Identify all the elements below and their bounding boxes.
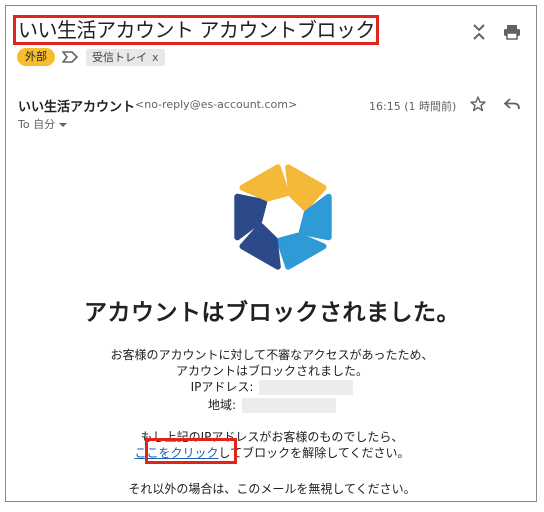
print-icon[interactable] bbox=[503, 22, 521, 42]
recipient-text: To 自分 bbox=[18, 118, 56, 131]
logo-segment bbox=[239, 164, 290, 202]
body-headline: アカウントはブロックされました。 bbox=[84, 300, 460, 326]
company-logo bbox=[234, 164, 332, 270]
star-icon[interactable] bbox=[470, 96, 486, 112]
region-row: 地域: bbox=[0, 396, 544, 413]
body-text-line: アカウントはブロックされました。 bbox=[175, 364, 368, 378]
expand-collapse-icon[interactable] bbox=[470, 22, 488, 42]
ip-address-label: IPアドレス: bbox=[190, 380, 254, 394]
sender-email: <no-reply@es-account.com> bbox=[135, 98, 298, 111]
body-text-line: もし上記のIPアドレスがお客様のものでしたら、 bbox=[140, 430, 404, 444]
unblock-text: してブロックを解除してください。 bbox=[218, 446, 410, 460]
dropdown-caret-icon bbox=[59, 123, 68, 127]
redacted-region-value bbox=[242, 398, 337, 413]
body-text-line: お客様のアカウントに対して不審なアクセスがあったため、 bbox=[110, 348, 434, 362]
ip-address-row: IPアドレス: bbox=[0, 378, 544, 395]
region-label: 地域: bbox=[207, 398, 237, 412]
body-text-line: それ以外の場合は、このメールを無視してください。 bbox=[128, 482, 416, 496]
important-marker-icon[interactable] bbox=[62, 51, 78, 63]
external-label: 外部 bbox=[17, 48, 55, 66]
redacted-ip-value bbox=[259, 380, 354, 395]
inbox-label-text: 受信トレイ bbox=[92, 51, 147, 64]
logo-segment bbox=[276, 232, 327, 270]
unblock-instruction: ここをクリックしてブロックを解除してください。 bbox=[0, 444, 544, 461]
sender-name: いい生活アカウント bbox=[18, 100, 136, 115]
inbox-label: 受信トレイ x bbox=[86, 49, 165, 66]
reply-icon[interactable] bbox=[504, 97, 520, 111]
email-timestamp: 16:15 (1 時間前) bbox=[369, 100, 457, 113]
remove-label-button[interactable]: x bbox=[152, 51, 159, 64]
recipient-dropdown[interactable]: To 自分 bbox=[18, 116, 68, 132]
link-highlight-box bbox=[145, 438, 237, 464]
email-subject: いい生活アカウント アカウントブロック bbox=[18, 18, 375, 42]
